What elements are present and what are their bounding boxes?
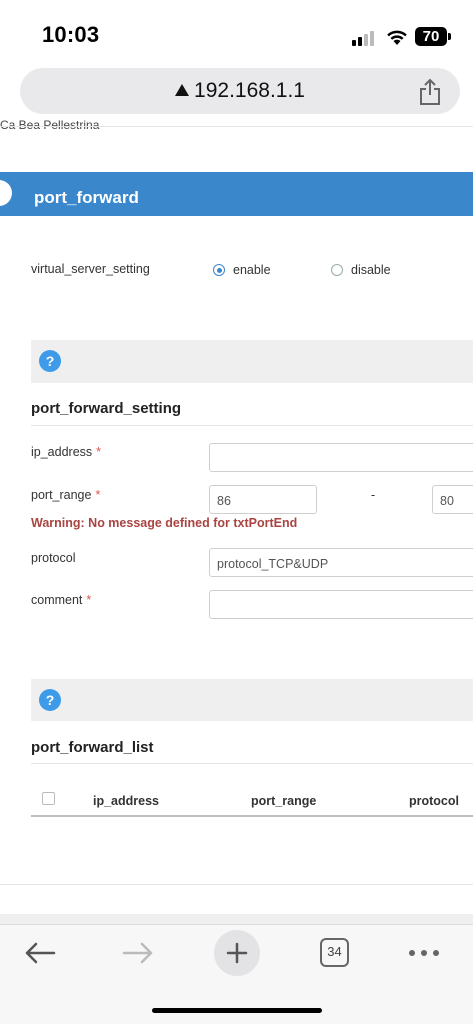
status-time: 10:03 <box>42 22 100 47</box>
port-end-warning: Warning: No message defined for txtPortE… <box>31 516 298 530</box>
radio-disable[interactable] <box>331 264 343 276</box>
clipped-text: Ca Bea Pellestrina <box>0 118 100 132</box>
help-icon[interactable]: ? <box>39 350 61 372</box>
home-indicator <box>152 1008 322 1013</box>
divider <box>31 425 473 426</box>
protocol-select[interactable]: protocol_TCP&UDP <box>209 548 473 577</box>
tabs-button[interactable]: 34 <box>320 938 349 967</box>
divider <box>31 763 473 764</box>
required-mark: * <box>96 445 102 459</box>
divider <box>0 884 473 885</box>
footer-bar <box>0 914 473 924</box>
port-range-separator: - <box>371 488 376 502</box>
plus-icon <box>226 942 248 964</box>
port-range-label: port_range * <box>31 488 101 502</box>
list-section-title: port_forward_list <box>31 739 154 756</box>
port-end-input[interactable]: 80 <box>432 485 473 514</box>
virtual-server-label: virtual_server_setting <box>31 262 150 276</box>
comment-input[interactable] <box>209 590 473 619</box>
radio-enable[interactable] <box>213 264 225 276</box>
address-bar[interactable]: 192.168.1.1 <box>20 68 460 114</box>
battery-indicator: 70 <box>415 27 447 46</box>
comment-label: comment * <box>31 593 92 607</box>
protocol-label: protocol <box>31 551 76 565</box>
wifi-icon <box>387 30 407 45</box>
forward-arrow-icon[interactable] <box>122 942 154 964</box>
setting-section-title: port_forward_setting <box>31 400 182 417</box>
help-icon[interactable]: ? <box>39 689 61 711</box>
insecure-warning-icon <box>175 84 190 96</box>
table-header-border <box>31 815 473 817</box>
column-header-port-range: port_range <box>251 794 317 808</box>
cellular-signal-icon <box>352 30 378 46</box>
divider <box>0 126 473 127</box>
back-arrow-icon[interactable] <box>24 942 56 964</box>
port-start-input[interactable]: 86 <box>209 485 317 514</box>
page-title: port_forward <box>34 188 139 207</box>
more-menu-icon[interactable] <box>408 948 440 958</box>
required-mark: * <box>86 593 92 607</box>
column-header-ip-address: ip_address <box>93 794 160 808</box>
list-section-bar <box>31 679 473 721</box>
column-header-protocol: protocol <box>409 794 459 808</box>
battery-tip <box>448 33 451 40</box>
select-all-checkbox[interactable] <box>42 792 55 805</box>
radio-disable-label[interactable]: disable <box>351 263 391 277</box>
url-display[interactable]: 192.168.1.1 <box>20 79 460 103</box>
ip-address-label: ip_address * <box>31 445 102 459</box>
share-icon[interactable] <box>418 78 442 106</box>
radio-enable-label[interactable]: enable <box>233 263 271 277</box>
required-mark: * <box>95 488 101 502</box>
new-tab-button[interactable] <box>214 930 260 976</box>
url-text: 192.168.1.1 <box>194 79 305 102</box>
setting-section-bar <box>31 340 473 383</box>
ip-address-input[interactable] <box>209 443 473 472</box>
